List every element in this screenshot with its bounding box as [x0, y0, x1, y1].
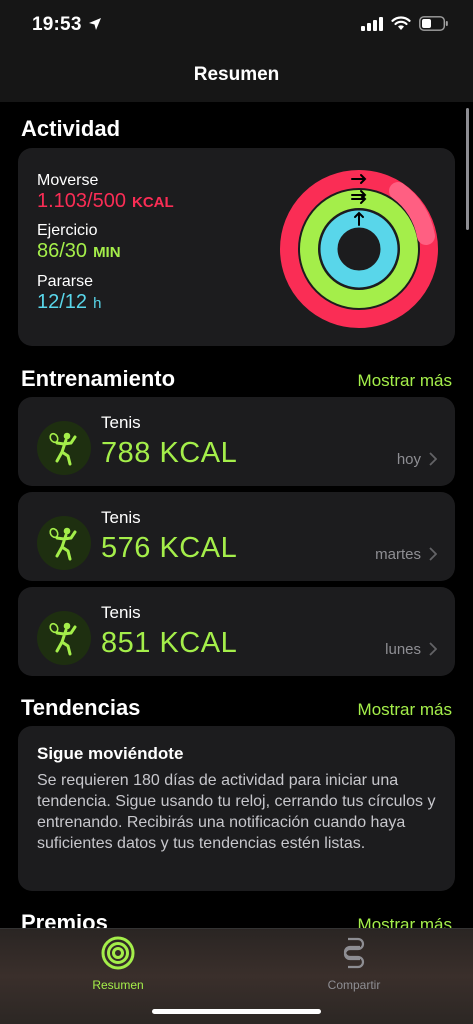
chevron-right-icon — [429, 547, 437, 561]
stand-label: Pararse — [37, 273, 94, 290]
cellular-signal-icon — [361, 16, 383, 31]
tab-sharing[interactable]: Compartir — [294, 935, 414, 992]
workout-name: Tenis — [101, 603, 141, 622]
trends-show-more-link[interactable]: Mostrar más — [358, 700, 452, 720]
activity-card[interactable]: Moverse 1.103/500 KCAL Ejercicio 86/30 MIN… — [18, 148, 455, 346]
awards-show-more-link[interactable]: Mostrar más — [358, 915, 452, 928]
workout-name: Tenis — [101, 413, 141, 432]
move-value: 1.103/500 KCAL — [37, 190, 174, 213]
workout-name: Tenis — [101, 508, 141, 527]
tab-sharing-label: Compartir — [327, 978, 381, 992]
workout-kcal: 851 KCAL — [101, 627, 238, 659]
status-bar: 19:53 — [0, 0, 473, 48]
tab-summary-label: Resumen — [92, 978, 144, 992]
navigation-bar: Resumen — [0, 48, 473, 102]
tab-bar: Resumen Compartir — [0, 928, 473, 1024]
status-time: 19:53 — [32, 14, 82, 35]
exercise-value: 86/30 MIN — [37, 240, 121, 263]
tennis-icon — [37, 516, 91, 570]
exercise-value-number: 86/30 — [37, 240, 88, 262]
battery-icon — [419, 16, 448, 31]
sharing-icon — [343, 937, 365, 969]
trends-card-body: Se requieren 180 días de actividad para … — [37, 772, 436, 852]
stand-unit: h — [93, 295, 102, 312]
workout-card[interactable]: Tenis 851 KCAL lunes — [18, 587, 455, 676]
tab-summary[interactable]: Resumen — [58, 935, 178, 992]
activity-rings-icon — [101, 936, 135, 970]
exercise-label: Ejercicio — [37, 222, 98, 239]
chevron-right-icon — [429, 642, 437, 656]
workout-day: martes — [375, 546, 421, 563]
tennis-icon — [37, 421, 91, 475]
workout-card[interactable]: Tenis 576 KCAL martes — [18, 492, 455, 581]
location-arrow-icon — [89, 18, 101, 30]
stand-value: 12/12 h — [37, 291, 101, 314]
chevron-right-icon — [429, 452, 437, 466]
home-indicator[interactable] — [152, 1009, 321, 1014]
workout-kcal: 576 KCAL — [101, 532, 238, 564]
scroll-indicator — [466, 108, 469, 230]
trends-card-title: Sigue moviéndote — [37, 744, 184, 763]
tennis-icon — [37, 611, 91, 665]
summary-scroll-view[interactable]: Actividad Moverse 1.103/500 KCAL Ejercici… — [0, 102, 473, 928]
trends-card[interactable]: Sigue moviéndote Se requieren 180 días d… — [18, 726, 455, 891]
page-title: Resumen — [193, 64, 280, 85]
stand-value-number: 12/12 — [37, 291, 88, 313]
move-label: Moverse — [37, 172, 99, 189]
activity-rings — [280, 170, 438, 328]
activity-section-title: Actividad — [21, 116, 121, 141]
awards-section-title: Premios — [21, 910, 108, 928]
exercise-unit: MIN — [93, 244, 121, 261]
stand-ring — [320, 210, 398, 288]
workout-day: lunes — [385, 641, 421, 658]
status-icons — [361, 16, 449, 31]
move-unit: KCAL — [131, 194, 174, 211]
workouts-section-title: Entrenamiento — [21, 366, 176, 391]
workouts-show-more-link[interactable]: Mostrar más — [358, 371, 452, 391]
workout-card[interactable]: Tenis 788 KCAL hoy — [18, 397, 455, 486]
trends-section-title: Tendencias — [21, 695, 141, 720]
workout-kcal: 788 KCAL — [101, 437, 238, 469]
workout-day: hoy — [396, 451, 421, 468]
move-value-number: 1.103/500 — [37, 190, 126, 212]
wifi-icon — [391, 16, 411, 30]
